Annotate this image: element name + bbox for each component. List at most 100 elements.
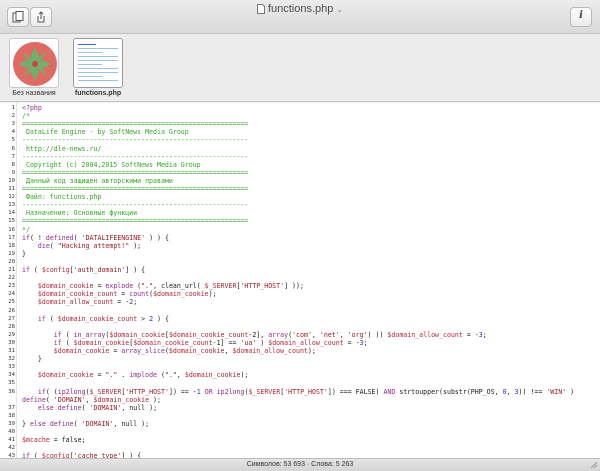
code-token: ( [61, 330, 74, 339]
code-token: 'net' [319, 330, 340, 339]
code-token: in_array [73, 330, 106, 339]
code-token: ========================================… [22, 168, 249, 177]
code-line[interactable]: } [22, 355, 42, 363]
code-line[interactable]: ========================================… [22, 217, 248, 225]
code-token: $domain_cookie [37, 282, 94, 291]
code-line[interactable]: if ( $domain_cookie[$domain_cookie_count… [22, 339, 368, 347]
code-line[interactable]: if ( $domain_cookie_count > 2 ) { [22, 315, 169, 323]
code-line[interactable]: Файл: functions.php [22, 193, 101, 201]
code-line[interactable]: $domain_cookie_count = count($domain_coo… [22, 290, 217, 298]
code-line[interactable]: ----------------------------------------… [22, 201, 248, 209]
code-token: ( ( [45, 387, 58, 396]
code-token: if [37, 387, 46, 396]
code-token: $domain_cookie [153, 290, 209, 299]
window-titlebar: functions.php ⌄ i [0, 0, 600, 34]
code-line[interactable]: $domain_cookie = "." . implode (".", $do… [22, 371, 249, 380]
window-title[interactable]: functions.php ⌄ [0, 3, 600, 15]
code-token: ip2long [216, 387, 245, 396]
code-token: 'DATALIFEENGINE' [81, 233, 146, 242]
code-token: ; [482, 330, 487, 339]
chevron-down-icon[interactable]: ⌄ [336, 5, 343, 14]
code-line[interactable]: */ [22, 226, 30, 234]
code-line[interactable]: ========================================… [22, 120, 248, 128]
code-token: ) { [153, 314, 169, 323]
code-token: ; [363, 338, 368, 347]
code-token: ( [133, 282, 142, 291]
code-line[interactable]: $domain_cookie = explode (".", clean_url… [22, 282, 304, 290]
shelf-item-caption: functions.php [74, 90, 122, 97]
code-line[interactable]: if ( $config['auth_domain'] ) { [22, 266, 145, 274]
code-line[interactable]: define( 'DOMAIN', $domain_cookie ); [22, 396, 161, 404]
code-token: Файл: functions.php [22, 193, 102, 202]
code-line[interactable]: $mcache = false; [22, 436, 86, 444]
shelf-item-functions-php[interactable]: functions.php [68, 38, 128, 97]
code-token: ( [157, 371, 165, 380]
code-token: ( [61, 338, 74, 347]
code-token: $_SERVER [204, 282, 237, 291]
code-line[interactable]: <?php [22, 104, 42, 112]
code-line[interactable]: Данный код защищен авторскими правами [22, 177, 173, 185]
line-number: 8 [11, 161, 15, 168]
code-line[interactable]: $domain_cookie = array_slice($domain_coo… [22, 347, 316, 355]
code-token: 'HTTP_HOST' [125, 387, 169, 396]
code-token: ); [129, 241, 142, 250]
code-line[interactable]: http://dle-news.ru/ [22, 145, 101, 153]
code-token: ]) == - [168, 387, 197, 396]
code-token: ) )) [367, 330, 388, 339]
code-line[interactable]: ----------------------------------------… [22, 153, 248, 161]
document-icon [256, 4, 265, 14]
code-token: = - [343, 338, 360, 347]
line-number: 34 [8, 372, 15, 379]
resize-grip-icon[interactable] [590, 461, 598, 469]
line-number: 23 [8, 283, 15, 290]
code-line[interactable]: } [22, 250, 26, 258]
line-number: 14 [8, 210, 15, 217]
line-number: 20 [8, 258, 15, 265]
code-line[interactable]: ----------------------------------------… [22, 136, 248, 144]
document-shelf: Без названия functions.php [0, 34, 600, 102]
code-token: ; [133, 298, 138, 307]
code-token: 'ua' [240, 338, 257, 347]
code-line[interactable]: else define( 'DOMAIN', null ); [22, 404, 157, 412]
code-token: = - [113, 298, 130, 307]
code-token: ip2long [57, 387, 86, 396]
code-token: ( [45, 314, 58, 323]
line-number: 18 [8, 242, 15, 249]
code-token: > [137, 314, 150, 323]
code-token: ); [240, 371, 249, 380]
code-line[interactable]: ========================================… [22, 185, 248, 193]
shelf-item-untitled[interactable]: Без названия [4, 38, 64, 97]
code-line[interactable]: $domain_allow_count = -2; [22, 298, 137, 306]
code-line[interactable]: DataLife Engine - by SoftNews Media Grou… [22, 128, 189, 136]
code-line[interactable]: if ( in_array($domain_cookie[$domain_coo… [22, 331, 487, 339]
code-line[interactable]: ========================================… [22, 169, 248, 177]
code-token: */ [22, 225, 30, 234]
code-line[interactable]: /* [22, 112, 30, 120]
line-number: 39 [8, 420, 15, 427]
code-editor[interactable]: 1 <?php 2/* 3 ==============================… [0, 103, 600, 458]
line-number: 30 [8, 339, 15, 346]
info-button[interactable]: i [570, 7, 592, 27]
code-line[interactable]: if( (ip2long($_SERVER['HTTP_HOST']) == -… [22, 388, 574, 396]
code-line[interactable]: if( ! defined( 'DATALIFEENGINE' ) ) { [22, 234, 169, 242]
code-token: die [37, 241, 50, 250]
line-number: 27 [8, 315, 15, 322]
code-token: . [117, 371, 130, 380]
code-line[interactable]: } else define( 'DOMAIN', null ); [22, 420, 149, 428]
line-number: 22 [8, 275, 15, 282]
code-line[interactable]: Copyright (c) 2004,2015 SoftNews Media G… [22, 161, 201, 169]
line-number: 42 [8, 445, 15, 452]
code-token: else [29, 419, 46, 428]
code-line[interactable]: Назначение: Основные функции [22, 209, 137, 217]
code-token: if [53, 338, 62, 347]
code-token: Copyright (c) 2004,2015 SoftNews Media G… [22, 160, 201, 169]
code-line[interactable]: die( "Hacking attempt!" ); [22, 242, 141, 250]
line-number: 29 [8, 331, 15, 338]
code-token: if [22, 266, 30, 274]
code-content[interactable]: 1 <?php 2/* 3 ==============================… [0, 103, 600, 458]
code-token: = [93, 282, 106, 291]
